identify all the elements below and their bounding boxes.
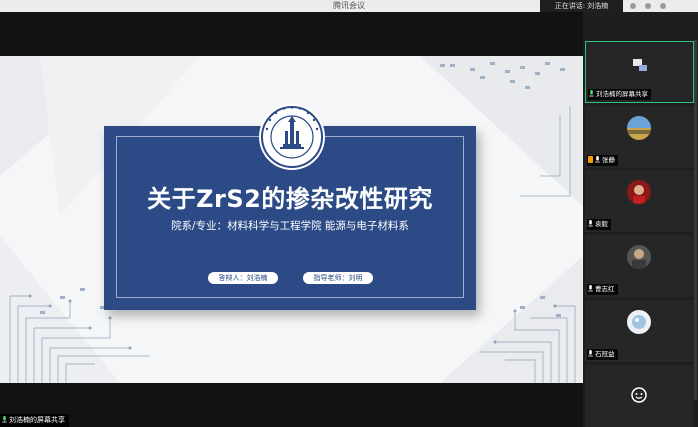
mic-icon	[589, 90, 594, 97]
close-icon[interactable]	[660, 3, 666, 9]
slide-title: 关于ZrS2的掺杂改性研究	[147, 185, 433, 213]
presenter-pill: 答辩人：刘浩楠	[208, 272, 278, 284]
share-area-top	[0, 12, 583, 56]
avatar	[627, 116, 651, 140]
avatar	[627, 180, 651, 204]
mic-icon	[588, 220, 593, 227]
participant-tile[interactable]	[585, 365, 694, 427]
university-seal-icon	[259, 104, 325, 170]
participant-tile[interactable]: 刘浩楠的屏幕共享	[585, 41, 694, 103]
mic-icon	[588, 285, 593, 292]
participant-name: 石冠益	[587, 349, 618, 360]
mic-icon	[2, 416, 7, 423]
screen-share-name: 刘浩楠的屏幕共享	[9, 416, 65, 424]
participant-name: 袁毅	[587, 219, 611, 230]
participant-tile[interactable]: 曹志红	[585, 235, 694, 297]
speaking-indicator: 正在讲话: 刘浩楠	[540, 0, 623, 12]
default-avatar-icon	[631, 387, 647, 403]
participant-tile[interactable]: 袁毅	[585, 170, 694, 232]
minimize-icon[interactable]	[645, 3, 651, 9]
screen-share-thumb-icon	[628, 52, 652, 76]
participant-name: 刘浩楠的屏幕共享	[588, 89, 651, 100]
participant-name: 张静	[587, 155, 618, 166]
window-button-icon[interactable]	[630, 3, 636, 9]
avatar	[627, 310, 651, 334]
participant-name: 曹志红	[587, 284, 618, 295]
muted-mic-icon	[588, 156, 593, 163]
mic-icon	[588, 350, 593, 357]
avatar	[627, 245, 651, 269]
panel-scrollbar[interactable]	[694, 40, 697, 400]
slide-subtitle: 院系/专业：材料科学与工程学院 能源与电子材料系	[171, 220, 409, 232]
participant-tile[interactable]: 石冠益	[585, 300, 694, 362]
screen-share-label: 刘浩楠的屏幕共享	[0, 414, 69, 427]
mic-icon	[595, 156, 600, 163]
participant-tile[interactable]: 张静	[585, 106, 694, 168]
title-bar: 腾讯会议 正在讲话: 刘浩楠	[0, 0, 698, 12]
advisor-pill: 指导老师：刘明	[303, 272, 373, 284]
share-area-bottom	[0, 383, 583, 427]
